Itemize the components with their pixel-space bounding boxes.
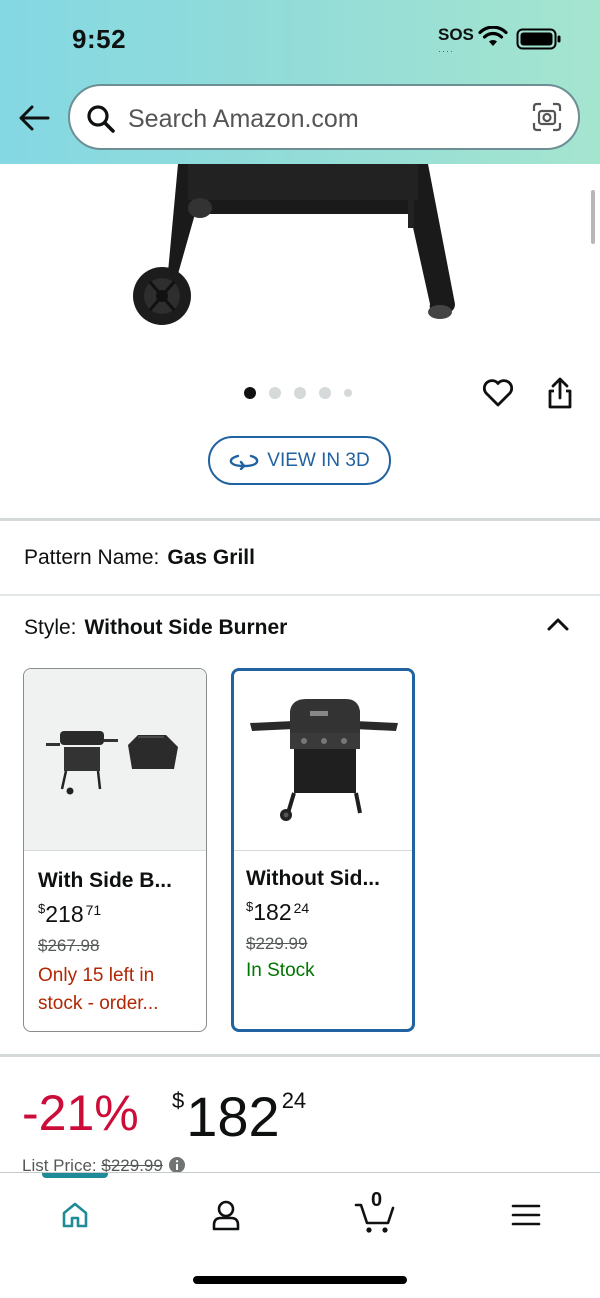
back-arrow-icon bbox=[19, 105, 50, 131]
swatch-image bbox=[24, 669, 206, 851]
swatch-stock-status: Only 15 left in stock - order... bbox=[38, 965, 159, 1014]
style-option-without-side-burner[interactable]: Without Sid... $182 24 $229.99 In Stock bbox=[231, 668, 415, 1032]
home-icon bbox=[62, 1202, 88, 1228]
pagination-dot[interactable] bbox=[269, 387, 281, 399]
heart-icon[interactable] bbox=[482, 378, 514, 408]
nav-home[interactable] bbox=[55, 1195, 95, 1235]
swatch-list-price: $229.99 bbox=[246, 934, 308, 953]
signal-dots: ···· bbox=[438, 46, 454, 56]
account-icon bbox=[212, 1200, 240, 1231]
swatch-details: Without Sid... $182 24 $229.99 In Stock bbox=[234, 851, 412, 982]
swatch-image bbox=[234, 671, 412, 851]
swatch-title: Without Sid... bbox=[246, 867, 380, 890]
back-button[interactable] bbox=[16, 100, 52, 136]
product-image[interactable] bbox=[0, 164, 600, 354]
carrier-label: SOS bbox=[438, 25, 474, 44]
style-row[interactable]: Style: Without Side Burner bbox=[24, 616, 287, 640]
share-icon[interactable] bbox=[544, 376, 576, 410]
pattern-label: Pattern Name: bbox=[24, 546, 160, 569]
search-icon bbox=[87, 105, 115, 133]
discount-percentage: -21% bbox=[22, 1085, 139, 1141]
wifi-icon bbox=[478, 26, 508, 46]
section-divider bbox=[0, 594, 600, 596]
swatch-price: $182 24 bbox=[246, 899, 310, 925]
swatch-list-price: $267.98 bbox=[38, 936, 100, 955]
style-option-with-side-burner[interactable]: With Side B... $218 71 $267.98 Only 15 le… bbox=[23, 668, 207, 1032]
current-price: $18224 bbox=[172, 1085, 307, 1148]
cart-count: 0 bbox=[371, 1189, 383, 1211]
nav-active-indicator bbox=[42, 1173, 108, 1178]
style-value: Without Side Burner bbox=[84, 616, 288, 639]
image-pagination-dots[interactable] bbox=[244, 387, 352, 399]
section-divider bbox=[0, 518, 600, 521]
pagination-dot[interactable] bbox=[294, 387, 306, 399]
search-input[interactable]: Search Amazon.com bbox=[68, 84, 580, 150]
view-in-3d-button[interactable]: VIEW IN 3D bbox=[208, 436, 391, 485]
grill-with-cover-image bbox=[46, 731, 178, 795]
style-label: Style: bbox=[24, 616, 77, 639]
pagination-dot[interactable] bbox=[344, 389, 352, 397]
camera-lens-icon[interactable] bbox=[532, 102, 562, 132]
swatch-price: $218 71 bbox=[38, 901, 102, 927]
pagination-dot[interactable] bbox=[319, 387, 331, 399]
home-indicator[interactable] bbox=[193, 1276, 407, 1284]
nav-menu[interactable] bbox=[506, 1195, 546, 1235]
chevron-up-icon[interactable] bbox=[544, 612, 572, 636]
swatch-title: With Side B... bbox=[38, 869, 172, 892]
nav-account[interactable] bbox=[206, 1195, 246, 1235]
header: 9:52 SOS ···· Search Amazon.com bbox=[0, 0, 600, 164]
rotate-3d-icon bbox=[229, 454, 259, 470]
status-bar: 9:52 SOS ···· bbox=[0, 0, 600, 78]
section-divider bbox=[0, 1054, 600, 1057]
status-time: 9:52 bbox=[72, 24, 127, 54]
pattern-name-row: Pattern Name: Gas Grill bbox=[24, 546, 255, 570]
pattern-value: Gas Grill bbox=[167, 546, 255, 569]
search-placeholder: Search Amazon.com bbox=[128, 105, 359, 133]
swatch-stock-status: In Stock bbox=[246, 960, 315, 981]
nav-cart[interactable]: 0 bbox=[354, 1189, 398, 1235]
swatch-details: With Side B... $218 71 $267.98 Only 15 le… bbox=[24, 851, 206, 1018]
pagination-dot[interactable] bbox=[244, 387, 256, 399]
menu-icon bbox=[511, 1204, 541, 1226]
grill-image bbox=[133, 164, 455, 325]
scrollbar[interactable] bbox=[591, 190, 595, 244]
grill-image bbox=[250, 699, 398, 821]
view-in-3d-label: VIEW IN 3D bbox=[267, 449, 370, 471]
battery-icon bbox=[516, 28, 561, 50]
